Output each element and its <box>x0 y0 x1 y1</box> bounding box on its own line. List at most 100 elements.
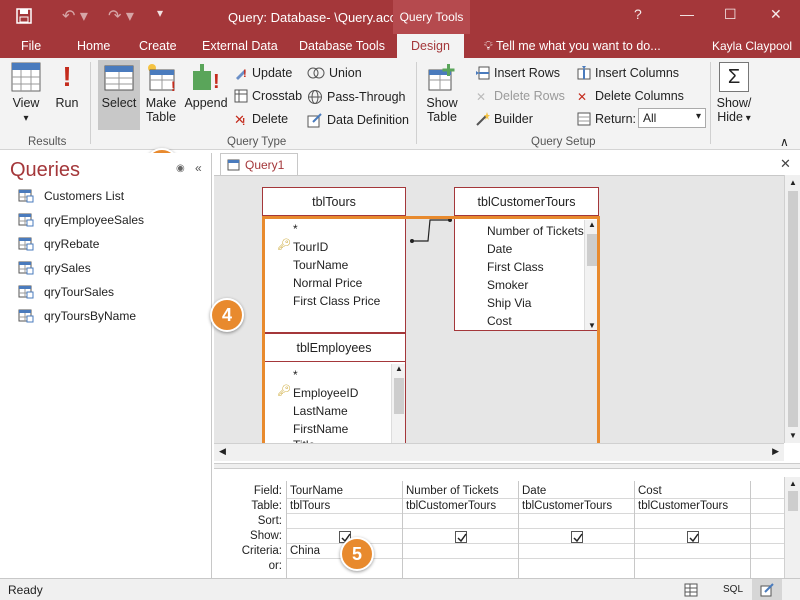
field-date[interactable]: Date <box>487 242 512 256</box>
show-checkbox[interactable] <box>571 531 583 543</box>
maximize-button[interactable]: ☐ <box>724 6 737 23</box>
show-checkbox[interactable] <box>687 531 699 543</box>
tab-design[interactable]: Design <box>397 34 464 58</box>
delete-columns-button[interactable]: ✕ Delete Columns <box>577 89 684 103</box>
nav-item-query[interactable]: qryToursByName <box>18 309 136 323</box>
nav-item-query[interactable]: qryRebate <box>18 237 99 251</box>
scroll-left-icon[interactable]: ◀ <box>219 446 226 457</box>
field-list-scrollbar[interactable]: ▲ <box>391 364 405 444</box>
pane-splitter[interactable] <box>214 463 800 469</box>
grid-column[interactable]: Number of Tickets tblCustomerTours <box>402 481 518 578</box>
update-button[interactable]: ! Update <box>234 66 292 80</box>
save-icon[interactable] <box>16 8 32 24</box>
document-tab-query1[interactable]: Query1 <box>220 153 298 175</box>
sql-view-button[interactable]: SQL <box>723 584 743 595</box>
nav-item-query[interactable]: qrySales <box>18 261 91 275</box>
grid-column[interactable]: Cost tblCustomerTours <box>634 481 750 578</box>
field-first-class[interactable]: First Class <box>487 260 544 274</box>
nav-item-query[interactable]: qryEmployeeSales <box>18 213 144 227</box>
scroll-thumb[interactable] <box>788 191 798 427</box>
nav-item-query[interactable]: Customers List <box>18 189 124 203</box>
insert-columns-button[interactable]: Insert Columns <box>577 66 679 80</box>
grid-field-cell[interactable]: Number of Tickets <box>406 485 499 497</box>
nav-item-query[interactable]: qryTourSales <box>18 285 114 299</box>
crosstab-button[interactable]: Crosstab <box>234 89 302 103</box>
grid-table-cell[interactable]: tblCustomerTours <box>522 500 612 512</box>
nav-menu-icon[interactable]: ◉ <box>176 163 185 174</box>
join-line[interactable] <box>410 214 454 244</box>
scroll-up-icon[interactable]: ▲ <box>789 178 797 187</box>
collapse-ribbon-icon[interactable]: ∧ <box>780 135 789 149</box>
builder-button[interactable]: Builder <box>476 112 533 126</box>
scroll-thumb[interactable] <box>788 491 798 511</box>
close-button[interactable]: ✕ <box>770 6 782 23</box>
field-number-of-tickets[interactable]: Number of Tickets <box>487 224 584 238</box>
tell-me-box[interactable]: 💡︎ Tell me what you want to do... <box>484 39 661 54</box>
return-select[interactable]: All ▾ <box>638 108 706 128</box>
show-checkbox[interactable] <box>455 531 467 543</box>
grid-column-empty[interactable] <box>750 481 784 578</box>
tab-create[interactable]: Create <box>139 39 177 53</box>
scroll-up-icon[interactable]: ▲ <box>395 364 403 373</box>
tab-home[interactable]: Home <box>77 39 110 53</box>
user-name[interactable]: Kayla Claypool <box>712 39 792 53</box>
field-list-tblcustomertours[interactable]: tblCustomerTours Number of Tickets Date … <box>454 187 599 331</box>
insert-rows-button[interactable]: Insert Rows <box>476 66 560 80</box>
field-employeeid[interactable]: EmployeeID <box>293 386 358 400</box>
delete-rows-button[interactable]: ✕ Delete Rows <box>476 89 565 103</box>
help-button[interactable]: ? <box>634 6 642 22</box>
grid-vscroll[interactable]: ▲ <box>784 477 800 578</box>
view-button[interactable]: View ▾ <box>8 62 44 124</box>
delete-query-button[interactable]: ✕! Delete <box>234 112 288 126</box>
field-ship-via[interactable]: Ship Via <box>487 296 531 310</box>
nav-collapse-icon[interactable]: « <box>195 161 202 175</box>
field-list-scrollbar[interactable]: ▲ ▼ <box>584 220 598 330</box>
pass-through-button[interactable]: Pass-Through <box>307 89 406 105</box>
data-definition-button[interactable]: Data Definition <box>307 112 409 128</box>
field-tourid[interactable]: TourID <box>293 240 328 254</box>
datasheet-view-icon[interactable] <box>684 583 698 597</box>
show-table-button[interactable]: Show Table <box>422 62 462 124</box>
field-list-tbltours[interactable]: tblTours * 🔑︎ TourID TourName Normal Pri… <box>262 187 406 333</box>
tab-database-tools[interactable]: Database Tools <box>299 39 385 53</box>
grid-field-cell[interactable]: Date <box>522 485 546 497</box>
grid-column[interactable]: Date tblCustomerTours <box>518 481 634 578</box>
scroll-thumb[interactable] <box>394 378 404 414</box>
select-button[interactable]: Select <box>98 62 140 110</box>
table-pane-hscroll[interactable]: ◀ ▶ <box>214 443 784 461</box>
minimize-button[interactable]: — <box>680 6 694 22</box>
field-smoker[interactable]: Smoker <box>487 278 528 292</box>
scroll-thumb[interactable] <box>587 234 597 266</box>
show-hide-button[interactable]: Σ Show/ Hide ▾ <box>714 62 754 124</box>
grid-table-cell[interactable]: tblCustomerTours <box>638 500 728 512</box>
close-document-icon[interactable]: ✕ <box>780 156 791 172</box>
undo-icon[interactable]: ↶ ▾ <box>62 6 88 26</box>
customize-qat-icon[interactable]: ▾ <box>157 6 163 20</box>
grid-table-cell[interactable]: tblTours <box>290 500 330 512</box>
table-pane-vscroll[interactable]: ▲ ▼ <box>784 175 800 443</box>
scroll-up-icon[interactable]: ▲ <box>789 479 797 488</box>
grid-field-cell[interactable]: Cost <box>638 485 662 497</box>
grid-criteria-cell[interactable]: China <box>290 545 320 557</box>
redo-icon[interactable]: ↷ ▾ <box>108 6 134 26</box>
field-firstname[interactable]: FirstName <box>293 422 348 436</box>
field-all[interactable]: * <box>293 222 298 236</box>
design-view-button[interactable] <box>752 579 782 600</box>
field-normal-price[interactable]: Normal Price <box>293 276 362 290</box>
scroll-up-icon[interactable]: ▲ <box>588 220 596 229</box>
make-table-button[interactable]: ! Make Table <box>142 62 180 124</box>
union-button[interactable]: Union <box>307 66 362 80</box>
field-list-tblemployees[interactable]: tblEmployees * 🔑︎ EmployeeID LastName Fi… <box>262 333 406 453</box>
scroll-down-icon[interactable]: ▼ <box>588 321 596 330</box>
field-first-class-price[interactable]: First Class Price <box>293 294 380 308</box>
field-lastname[interactable]: LastName <box>293 404 348 418</box>
append-button[interactable]: ! Append <box>183 62 229 110</box>
field-tourname[interactable]: TourName <box>293 258 348 272</box>
run-button[interactable]: ! Run <box>52 62 82 111</box>
grid-table-cell[interactable]: tblCustomerTours <box>406 500 496 512</box>
scroll-down-icon[interactable]: ▼ <box>789 431 797 440</box>
nav-pane-title[interactable]: Queries <box>10 159 80 182</box>
field-cost[interactable]: Cost <box>487 314 512 328</box>
tab-external-data[interactable]: External Data <box>202 39 278 53</box>
tab-file[interactable]: File <box>21 39 41 53</box>
